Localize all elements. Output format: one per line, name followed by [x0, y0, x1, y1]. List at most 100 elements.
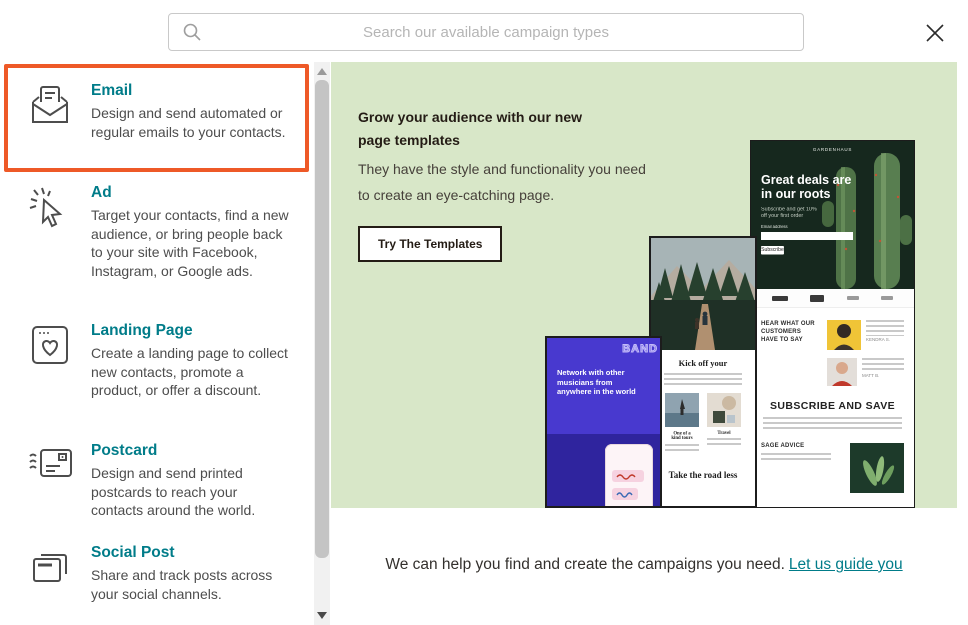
travel-card: One of a kind tours: [665, 393, 699, 454]
garden-heading: Great deals are in our roots: [761, 173, 857, 201]
try-templates-button[interactable]: Try The Templates: [358, 226, 502, 262]
band-bottom-section: [547, 434, 660, 508]
campaign-type-description: Design and send printed postcards to rea…: [91, 464, 291, 520]
garden-subtext: Subscribe and get 10% off your first ord…: [761, 207, 824, 220]
email-envelope-icon: [28, 82, 74, 141]
brand-logo: [847, 296, 859, 300]
band-top-section: BAND Network with other musicians from a…: [547, 338, 660, 434]
placeholder-text-lines: [707, 438, 741, 448]
sidebar-item-text: Postcard Design and send printed postcar…: [91, 442, 291, 520]
subscribe-heading: SUBSCRIBE AND SAVE: [763, 400, 902, 412]
sidebar-item-social-post[interactable]: Social Post Share and track posts across…: [28, 544, 306, 603]
scribble-icon: [616, 491, 634, 498]
travel-card-caption: One of a kind tours: [668, 431, 695, 441]
testimonial: KENDRA S.: [827, 320, 904, 350]
promo-panel: Grow your audience with our new page tem…: [331, 62, 957, 508]
campaign-type-title: Landing Page: [91, 322, 291, 340]
campaign-type-list: Email Design and send automated or regul…: [0, 62, 314, 625]
placeholder-text-lines: [866, 320, 904, 336]
brand-logo: [772, 296, 788, 301]
garden-hero: GARDENHAUS Great deals are in our roots …: [751, 141, 914, 289]
campaign-type-title: Postcard: [91, 442, 291, 460]
phone-mockup: [605, 444, 653, 508]
campaign-type-title: Social Post: [91, 544, 291, 562]
promo-heading: Grow your audience with our new page tem…: [358, 106, 618, 152]
placeholder-text-lines: [761, 453, 831, 463]
testimonials-heading: HEAR WHAT OUR CUSTOMERS HAVE TO SAY: [761, 320, 819, 394]
travel-heading-bottom: Take the road less: [651, 470, 755, 480]
customer-name: KENDRA S.: [866, 338, 895, 343]
postcard-icon: [28, 442, 74, 520]
customer-photo: [827, 358, 857, 386]
chat-bubble: [612, 488, 638, 500]
garden-testimonials: HEAR WHAT OUR CUSTOMERS HAVE TO SAY KEND…: [751, 308, 914, 394]
campaign-type-description: Share and track posts across your social…: [91, 566, 291, 603]
campaign-type-title: Ad: [91, 184, 291, 202]
travel-heading-top: Kick off your: [651, 358, 755, 368]
promo-body: They have the style and functionality yo…: [358, 156, 658, 208]
travel-card-caption: Travel: [710, 431, 737, 436]
diving-photo: [665, 393, 699, 427]
testimonial: MATT B.: [827, 358, 904, 386]
sidebar-item-landing-page[interactable]: Landing Page Create a landing page to co…: [28, 322, 306, 400]
garden-brand-logos: [751, 289, 914, 308]
sidebar-item-text: Social Post Share and track posts across…: [91, 544, 291, 603]
footer-help: We can help you find and create the camp…: [331, 556, 957, 574]
footer-text: We can help you find and create the camp…: [385, 556, 785, 573]
testimonial-text: MATT B.: [862, 358, 904, 386]
band-tagline: Network with other musicians from anywhe…: [557, 368, 645, 397]
sage-heading: SAGE ADVICE: [761, 443, 831, 449]
sidebar-item-text: Email Design and send automated or regul…: [91, 82, 291, 141]
garden-subscribe-button: Subscribe: [761, 246, 784, 255]
garden-email-label: Email address: [761, 225, 788, 229]
close-button[interactable]: [924, 19, 952, 47]
sidebar-scrollbar[interactable]: [314, 62, 330, 625]
plant-image: [850, 443, 904, 493]
social-post-icon: [28, 544, 74, 603]
search-box: [168, 13, 804, 51]
close-icon: [924, 22, 946, 44]
flatlay-photo: [707, 393, 741, 427]
sidebar-item-text: Landing Page Create a landing page to co…: [91, 322, 291, 400]
search-input[interactable]: [169, 23, 803, 42]
placeholder-text-lines: [664, 373, 742, 385]
landing-page-heart-icon: [28, 322, 74, 400]
campaign-type-description: Design and send automated or regular ema…: [91, 104, 291, 141]
template-preview-band: BAND Network with other musicians from a…: [545, 336, 662, 508]
scribble-icon: [616, 473, 640, 480]
scrollbar-up-arrow-icon[interactable]: [317, 68, 327, 75]
template-preview-travel: Kick off your One of a kind tours Travel…: [649, 236, 757, 508]
scrollbar-thumb[interactable]: [315, 80, 329, 558]
cactus-image: [810, 145, 914, 289]
placeholder-text-lines: [665, 444, 699, 454]
ad-cursor-icon: [28, 184, 74, 280]
campaign-type-description: Target your contacts, find a new audienc…: [91, 206, 291, 280]
sidebar-item-email[interactable]: Email Design and send automated or regul…: [28, 82, 306, 141]
brand-logo: [881, 296, 893, 300]
guide-link[interactable]: Let us guide you: [789, 556, 903, 573]
garden-subscribe-section: SUBSCRIBE AND SAVE: [751, 400, 914, 429]
garden-logo: GARDENHAUS: [771, 148, 893, 153]
template-preview-garden: GARDENHAUS Great deals are in our roots …: [750, 140, 915, 508]
customer-photo: [827, 320, 861, 350]
sage-text: SAGE ADVICE: [761, 443, 831, 493]
sidebar-item-ad[interactable]: Ad Target your contacts, find a new audi…: [28, 184, 306, 280]
placeholder-text-lines: [862, 358, 904, 372]
hiking-trail-photo: [651, 238, 755, 350]
scrollbar-down-arrow-icon[interactable]: [317, 612, 327, 619]
campaign-type-title: Email: [91, 82, 291, 100]
travel-card: Travel: [707, 393, 741, 454]
chat-bubble: [612, 470, 644, 482]
travel-body: Kick off your One of a kind tours Travel…: [651, 358, 755, 480]
brand-logo: [810, 295, 824, 302]
band-logo: BAND: [622, 343, 658, 355]
garden-email-input: [761, 232, 853, 240]
customer-name: MATT B.: [862, 374, 894, 379]
sidebar-item-text: Ad Target your contacts, find a new audi…: [91, 184, 291, 280]
search-icon: [182, 22, 202, 42]
sidebar-item-postcard[interactable]: Postcard Design and send printed postcar…: [28, 442, 306, 520]
campaign-type-description: Create a landing page to collect new con…: [91, 344, 291, 400]
travel-cards: One of a kind tours Travel: [651, 393, 755, 454]
garden-sage-section: SAGE ADVICE: [751, 429, 914, 493]
placeholder-text-lines: [763, 417, 902, 429]
